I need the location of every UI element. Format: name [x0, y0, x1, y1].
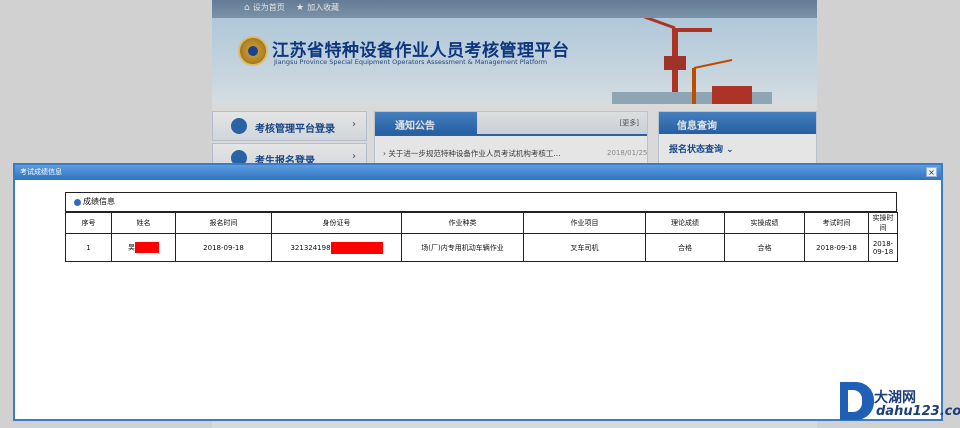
table-row: 1 吴 2018-09-18 321324198 场(厂)内专用机动车辆作业 叉… [65, 233, 898, 262]
column-header: 姓名 [111, 212, 176, 234]
watermark-url: dahu123.com [876, 404, 960, 419]
cell-exam-date: 2018-09-18 [804, 233, 869, 262]
cell-project: 叉车司机 [523, 233, 646, 262]
redaction-block [330, 241, 383, 254]
column-header: 身份证号 [271, 212, 402, 234]
column-header: 理论成绩 [645, 212, 725, 234]
watermark: 大湖网 dahu123.com [840, 382, 960, 428]
close-button[interactable]: × [926, 167, 937, 177]
column-header: 作业项目 [523, 212, 646, 234]
column-header: 作业种类 [401, 212, 524, 234]
dialog-title: 考试成绩信息 [20, 168, 62, 176]
dialog-titlebar[interactable]: 考试成绩信息 × [15, 165, 941, 180]
cell-category: 场(厂)内专用机动车辆作业 [401, 233, 524, 262]
cell-id-number: 321324198 [271, 233, 402, 262]
column-header: 实操成绩 [724, 212, 805, 234]
user-icon [74, 199, 81, 206]
table-header-row: 序号 姓名 报名时间 身份证号 作业种类 作业项目 理论成绩 实操成绩 考试时间… [65, 212, 898, 234]
cell-practical-score: 合格 [724, 233, 805, 262]
column-header: 实操时间 [868, 212, 898, 234]
cell-index: 1 [65, 233, 112, 262]
cell-name: 吴 [111, 233, 176, 262]
column-header: 序号 [65, 212, 112, 234]
watermark-logo [840, 382, 874, 420]
cell-theory-score: 合格 [645, 233, 725, 262]
score-dialog: 考试成绩信息 × 成绩信息 序号 姓名 报名时间 身份证号 作业种类 作业项目 … [13, 163, 943, 421]
section-title: 成绩信息 [83, 197, 115, 206]
cell-practical-date: 2018-09-18 [868, 233, 898, 262]
name-text: 吴 [128, 243, 135, 252]
column-header: 考试时间 [804, 212, 869, 234]
id-number-text: 321324198 [290, 243, 331, 252]
section-header: 成绩信息 [65, 192, 897, 212]
column-header: 报名时间 [175, 212, 272, 234]
cell-register-date: 2018-09-18 [175, 233, 272, 262]
score-table: 序号 姓名 报名时间 身份证号 作业种类 作业项目 理论成绩 实操成绩 考试时间… [65, 212, 898, 262]
redaction-block [135, 242, 159, 253]
